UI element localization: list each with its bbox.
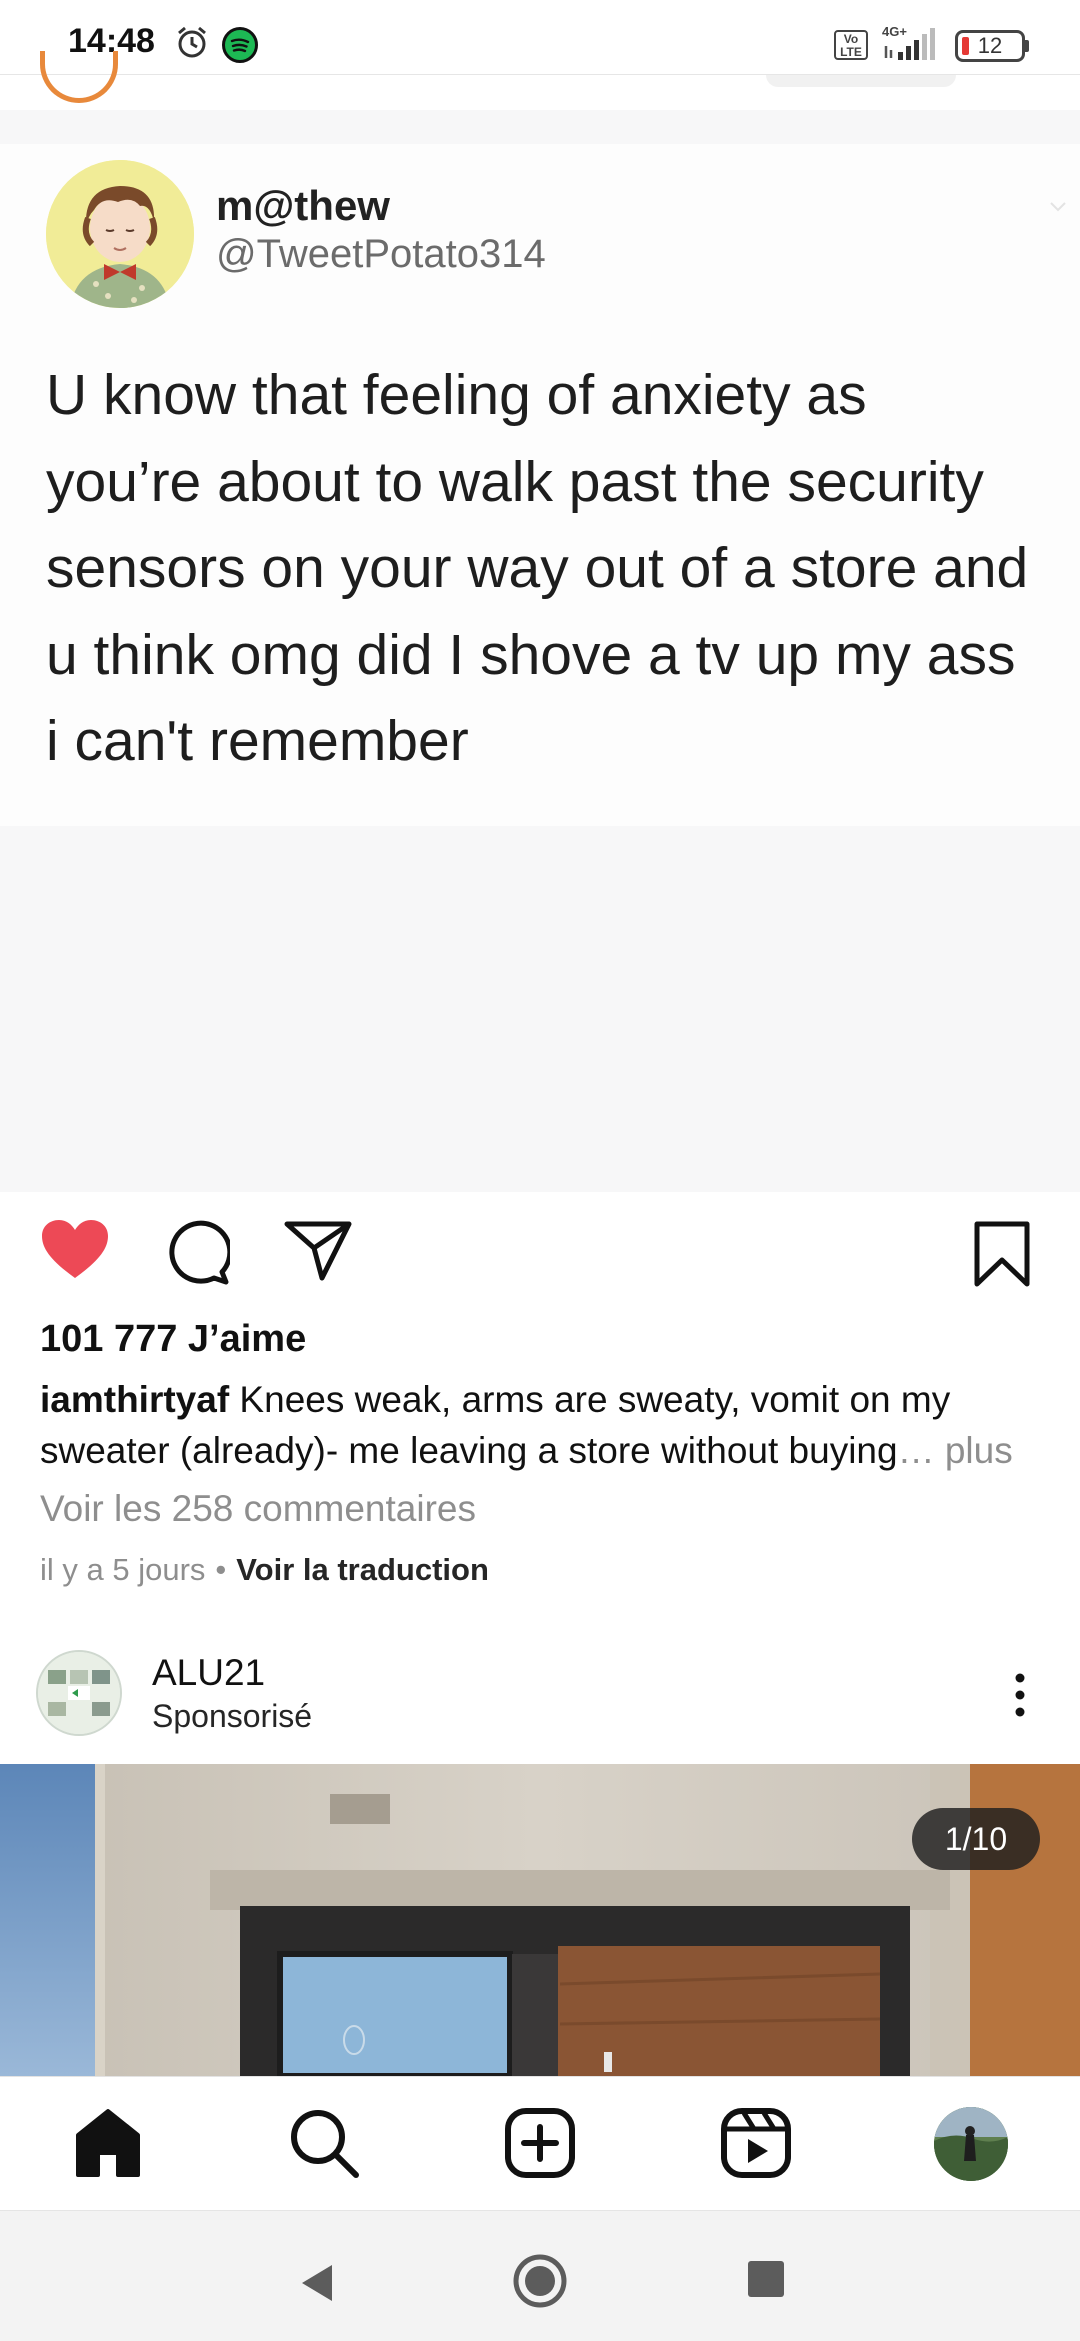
meta-separator: • (215, 1552, 227, 1587)
signal-strength-icon (884, 28, 935, 60)
tweet-author-name: m@thew (216, 182, 390, 229)
alarm-clock-icon (178, 26, 206, 58)
reels-icon[interactable] (718, 2105, 794, 2181)
back-triangle-icon[interactable] (296, 2261, 336, 2305)
home-circle-icon[interactable] (512, 2253, 568, 2309)
previous-post-button-edge[interactable] (766, 75, 956, 87)
tweet-author-handle: @TweetPotato314 (216, 232, 546, 276)
spotify-icon (222, 27, 258, 63)
caption-more-link[interactable]: … plus (898, 1430, 1013, 1471)
bottom-nav-bar (0, 2076, 1080, 2211)
sponsor-name[interactable]: ALU21 (152, 1652, 265, 1694)
status-bar: 14:48 Vo LTE 4G+ 12 (0, 0, 1080, 74)
see-translation-link[interactable]: Voir la traduction (236, 1552, 489, 1587)
post-meta: il y a 5 jours • Voir la traduction (40, 1552, 489, 1588)
previous-post-edge (0, 51, 1080, 111)
sponsored-post-image[interactable] (0, 1764, 1080, 2076)
battery-percent: 12 (977, 33, 1003, 58)
recents-square-icon[interactable] (748, 2261, 784, 2297)
system-navigation-bar (0, 2210, 1080, 2341)
heart-filled-icon[interactable] (40, 1218, 110, 1282)
view-comments-link[interactable]: Voir les 258 commentaires (40, 1488, 476, 1530)
battery-indicator: 12 (955, 30, 1025, 62)
volte-badge: Vo LTE (834, 30, 868, 60)
paper-plane-icon[interactable] (284, 1220, 352, 1282)
tweet-text: U know that feeling of anxiety as you’re… (46, 363, 1029, 773)
carousel-counter: 1/10 (912, 1808, 1040, 1870)
post-caption[interactable]: iamthirtyaf Knees weak, arms are sweaty,… (40, 1374, 1040, 1476)
battery-tip (1024, 40, 1029, 52)
plus-square-icon[interactable] (502, 2105, 578, 2181)
post-time-ago: il y a 5 jours (40, 1552, 206, 1587)
caption-username[interactable]: iamthirtyaf (40, 1379, 229, 1420)
comment-bubble-icon[interactable] (164, 1220, 230, 1286)
bookmark-icon[interactable] (972, 1220, 1032, 1288)
sponsor-avatar[interactable] (36, 1650, 122, 1736)
profile-avatar[interactable] (934, 2107, 1008, 2181)
more-options-icon[interactable] (1000, 1670, 1040, 1720)
likes-count[interactable]: 101 777 J’aime (40, 1318, 306, 1361)
tweet-avatar (46, 160, 194, 308)
home-icon[interactable] (70, 2105, 146, 2181)
search-icon[interactable] (286, 2105, 362, 2181)
previous-post-avatar[interactable] (40, 51, 118, 103)
sponsored-label: Sponsorisé (152, 1698, 313, 1734)
chevron-down-icon (1050, 202, 1066, 212)
